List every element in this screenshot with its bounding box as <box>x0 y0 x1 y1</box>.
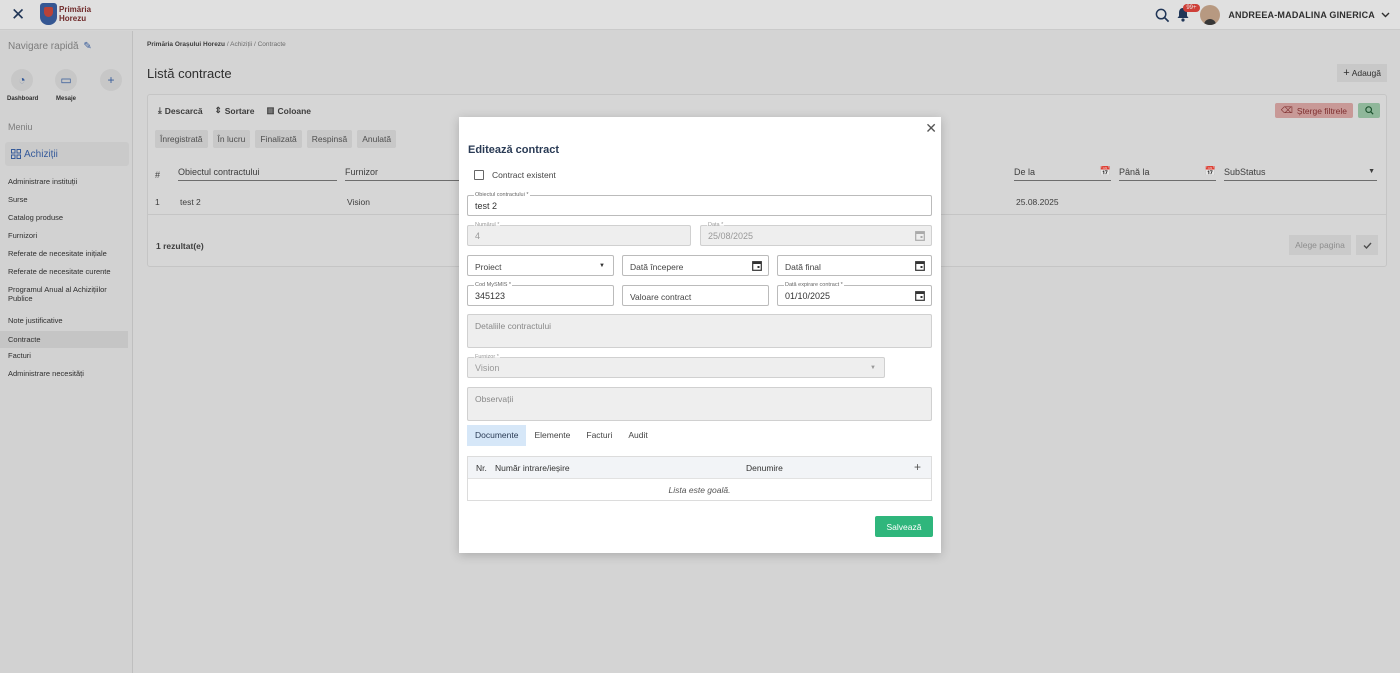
contract-value-field[interactable]: Valoare contract <box>622 285 769 306</box>
dialog-tabs: Documente Elemente Facturi Audit <box>467 425 656 446</box>
col-entry-number: Număr intrare/ieșire <box>495 463 570 473</box>
dialog-title: Editează contract <box>468 144 560 156</box>
empty-list-message: Lista este goală. <box>668 485 731 495</box>
end-date-field[interactable]: Dată final <box>777 255 932 276</box>
contract-object-field[interactable]: Obiectul contractului * test 2 <box>467 192 932 216</box>
documents-table: Nr. Număr intrare/ieșire Denumire + List… <box>467 456 932 501</box>
save-button[interactable]: Salvează <box>875 516 933 537</box>
checkbox[interactable] <box>474 170 484 180</box>
existing-contract-checkbox[interactable]: Contract existent <box>474 170 556 180</box>
tab-documents[interactable]: Documente <box>467 425 527 446</box>
edit-contract-dialog: ✕ Editează contract Contract existent Ob… <box>459 117 941 553</box>
add-document-icon[interactable]: + <box>914 460 921 474</box>
mysmis-code-field[interactable]: Cod MySMIS * 345123 <box>467 282 614 306</box>
calendar-icon <box>915 231 925 241</box>
contract-type-select[interactable]: Proiect ▼ <box>467 255 614 276</box>
calendar-icon[interactable] <box>915 260 925 271</box>
expiry-date-field[interactable]: Dată expirare contract * 01/10/2025 <box>777 282 932 306</box>
col-nr: Nr. <box>476 463 487 473</box>
supplier-select: Furnizor * Vision ▼ <box>467 354 885 378</box>
col-name: Denumire <box>746 463 783 473</box>
start-date-field[interactable]: Dată începere <box>622 255 769 276</box>
calendar-icon[interactable] <box>752 260 762 271</box>
caret-down-icon: ▼ <box>870 365 876 371</box>
tab-invoices[interactable]: Facturi <box>578 425 620 446</box>
contract-number-field: Numărul * 4 <box>467 222 691 246</box>
contract-details-field[interactable]: Detaliile contractului <box>467 314 932 348</box>
tab-audit[interactable]: Audit <box>620 425 655 446</box>
calendar-icon[interactable] <box>915 290 925 301</box>
close-icon[interactable]: ✕ <box>925 121 937 135</box>
observations-field[interactable]: Observații <box>467 387 932 421</box>
contract-date-field: Data * 25/08/2025 <box>700 222 932 246</box>
documents-table-header: Nr. Număr intrare/ieșire Denumire + <box>468 457 931 479</box>
tab-elements[interactable]: Elemente <box>526 425 578 446</box>
caret-down-icon: ▼ <box>599 263 605 269</box>
